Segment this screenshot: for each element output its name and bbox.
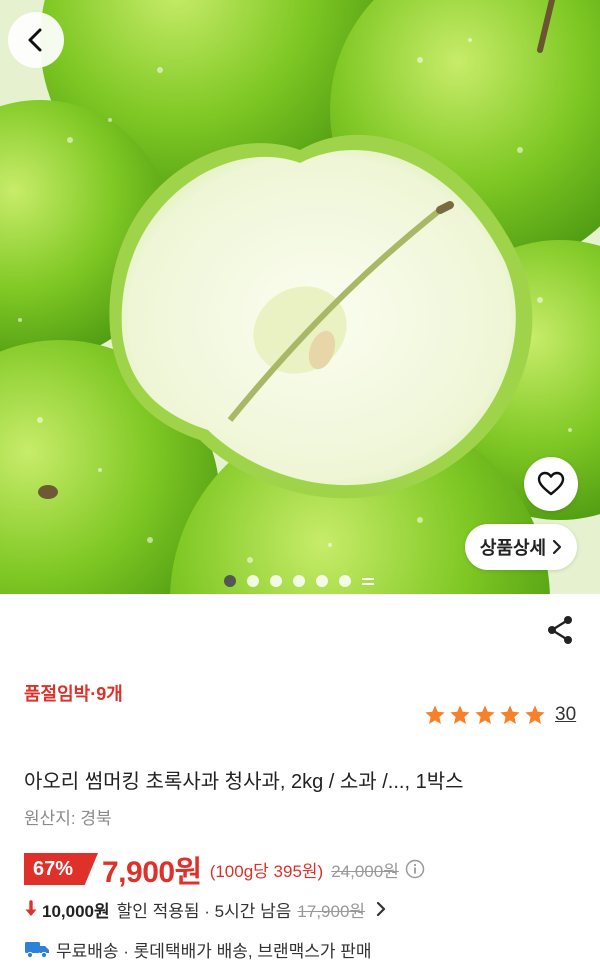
carousel-dot[interactable] bbox=[316, 575, 328, 587]
truck-icon bbox=[25, 942, 49, 959]
arrow-down-icon bbox=[25, 900, 37, 916]
product-detail-label: 상품상세 bbox=[479, 538, 547, 558]
shipping-text: 무료배송 · 롯데택배가 배송, 브랜맥스가 판매 bbox=[56, 941, 372, 961]
green-apple-photo bbox=[0, 0, 600, 594]
sale-price: 7,900원 bbox=[102, 856, 202, 889]
star-icon bbox=[500, 705, 520, 724]
stock-status: 품절임박·9개 bbox=[24, 684, 123, 704]
share-icon[interactable] bbox=[544, 614, 576, 646]
info-icon[interactable] bbox=[405, 859, 425, 879]
heart-icon bbox=[537, 471, 565, 496]
carousel-dot[interactable] bbox=[247, 575, 259, 587]
product-detail-button[interactable]: 상품상세 bbox=[465, 524, 577, 570]
unit-price: (100g당 395원) bbox=[209, 861, 324, 881]
chevron-left-icon bbox=[28, 28, 42, 52]
wishlist-button[interactable] bbox=[524, 457, 578, 511]
carousel-indicator bbox=[224, 575, 374, 587]
back-button[interactable] bbox=[8, 12, 64, 68]
coupon-amount: 10,000원 bbox=[42, 901, 110, 921]
review-count-link[interactable]: 30 bbox=[555, 704, 576, 726]
chevron-right-icon bbox=[553, 539, 562, 555]
product-image-carousel[interactable]: 상품상세 bbox=[0, 0, 600, 594]
star-icon bbox=[475, 705, 495, 724]
price-row: 67% 7,900원 (100g당 395원) 24,000원 bbox=[24, 852, 425, 889]
carousel-dot[interactable] bbox=[293, 575, 305, 587]
product-origin: 원산지: 경북 bbox=[24, 809, 112, 828]
carousel-more-icon bbox=[362, 575, 374, 587]
star-icon bbox=[425, 705, 445, 724]
discount-badge: 67% bbox=[24, 853, 98, 885]
carousel-dot[interactable] bbox=[270, 575, 282, 587]
shipping-info: 무료배송 · 롯데택배가 배송, 브랜맥스가 판매 bbox=[24, 936, 372, 962]
product-title: 아오리 썸머킹 초록사과 청사과, 2kg / 소과 /..., 1박스 bbox=[24, 771, 464, 793]
star-icon bbox=[525, 705, 545, 724]
rating: 30 bbox=[424, 704, 576, 726]
original-price: 24,000원 bbox=[331, 861, 399, 881]
carousel-dot[interactable] bbox=[339, 575, 351, 587]
coupon-discount-row[interactable]: 10,000원 할인 적용됨 · 5시간 남음 17,900원 bbox=[24, 896, 387, 922]
chevron-right-icon bbox=[376, 901, 386, 917]
carousel-dot[interactable] bbox=[224, 575, 236, 587]
price-before-coupon: 17,900원 bbox=[297, 901, 366, 921]
star-icon bbox=[450, 705, 470, 724]
coupon-status-text: 할인 적용됨 · 5시간 남음 bbox=[116, 901, 292, 921]
